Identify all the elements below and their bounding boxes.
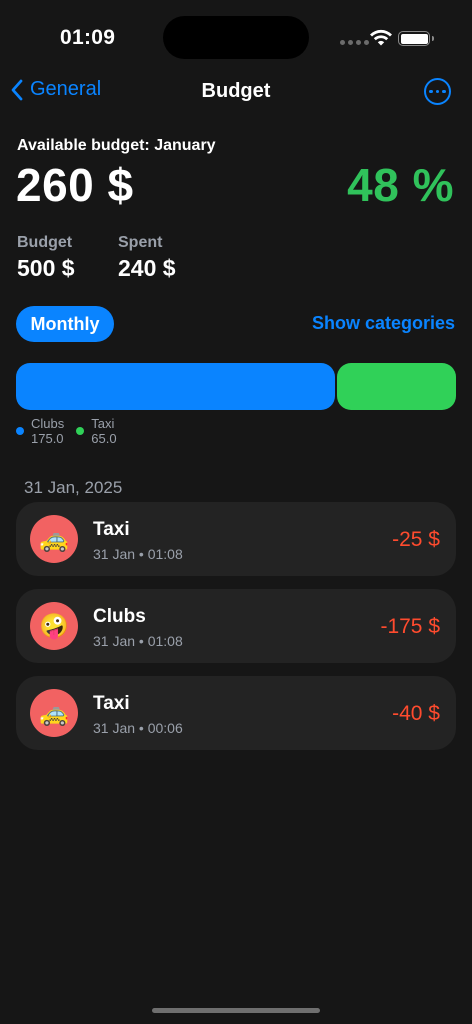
legend-value-clubs: 175.0	[31, 431, 64, 446]
transaction-row[interactable]: 🚕 Taxi 31 Jan • 01:08 -25 $	[16, 502, 456, 576]
transaction-title: Taxi	[93, 519, 130, 540]
budget-stat: Budget 500 $	[17, 234, 75, 282]
transaction-row[interactable]: 🚕 Taxi 31 Jan • 00:06 -40 $	[16, 676, 456, 750]
spent-value: 240 $	[118, 255, 176, 281]
transaction-datetime: 31 Jan • 01:08	[93, 633, 183, 649]
show-categories-button[interactable]: Show categories	[312, 313, 455, 334]
transaction-amount: -40 $	[392, 702, 440, 725]
battery-icon	[398, 31, 434, 46]
taxi-icon: 🚕	[30, 515, 78, 563]
taxi-icon: 🚕	[30, 689, 78, 737]
transaction-title: Taxi	[93, 693, 130, 714]
date-section-header: 31 Jan, 2025	[24, 478, 123, 497]
available-budget-label: Available budget: January	[17, 137, 216, 154]
period-selector-button[interactable]: Monthly	[16, 306, 114, 342]
more-options-icon[interactable]	[424, 78, 451, 105]
wifi-icon	[370, 29, 392, 46]
legend-dot-taxi	[76, 427, 85, 435]
zany-face-icon: 🤪	[30, 602, 78, 650]
available-budget-amount: 260 $	[16, 159, 134, 211]
category-bar-segment-taxi[interactable]	[337, 363, 456, 410]
budget-label: Budget	[17, 234, 73, 251]
transaction-amount: -25 $	[392, 528, 440, 551]
transaction-datetime: 31 Jan • 00:06	[93, 720, 183, 736]
budget-value: 500 $	[17, 255, 75, 281]
dynamic-island	[163, 16, 309, 59]
transaction-row[interactable]: 🤪 Clubs 31 Jan • 01:08 -175 $	[16, 589, 456, 663]
legend-item-taxi: Taxi 65.0	[76, 416, 117, 446]
category-bar-segment-clubs[interactable]	[16, 363, 336, 410]
transaction-datetime: 31 Jan • 01:08	[93, 546, 183, 562]
legend-item-clubs: Clubs 175.0	[16, 416, 64, 446]
legend-label-taxi: Taxi	[91, 416, 115, 431]
cellular-signal-icon	[340, 40, 369, 45]
spent-stat: Spent 240 $	[118, 234, 176, 282]
legend-label-clubs: Clubs	[31, 416, 65, 431]
category-breakdown-bar	[16, 363, 456, 410]
available-budget-percent: 48 %	[347, 159, 454, 211]
category-legend: Clubs 175.0 Taxi 65.0	[16, 416, 117, 446]
status-time: 01:09	[60, 26, 116, 49]
legend-dot-clubs	[16, 427, 24, 435]
legend-value-taxi: 65.0	[91, 431, 117, 446]
status-icons	[336, 28, 436, 48]
home-indicator	[152, 1008, 320, 1013]
page-title: Budget	[201, 80, 271, 102]
navigation-bar: General Budget	[0, 70, 472, 114]
transaction-amount: -175 $	[380, 615, 440, 638]
status-bar: 01:09	[0, 0, 472, 70]
transaction-title: Clubs	[93, 606, 146, 627]
spent-label: Spent	[118, 234, 163, 251]
